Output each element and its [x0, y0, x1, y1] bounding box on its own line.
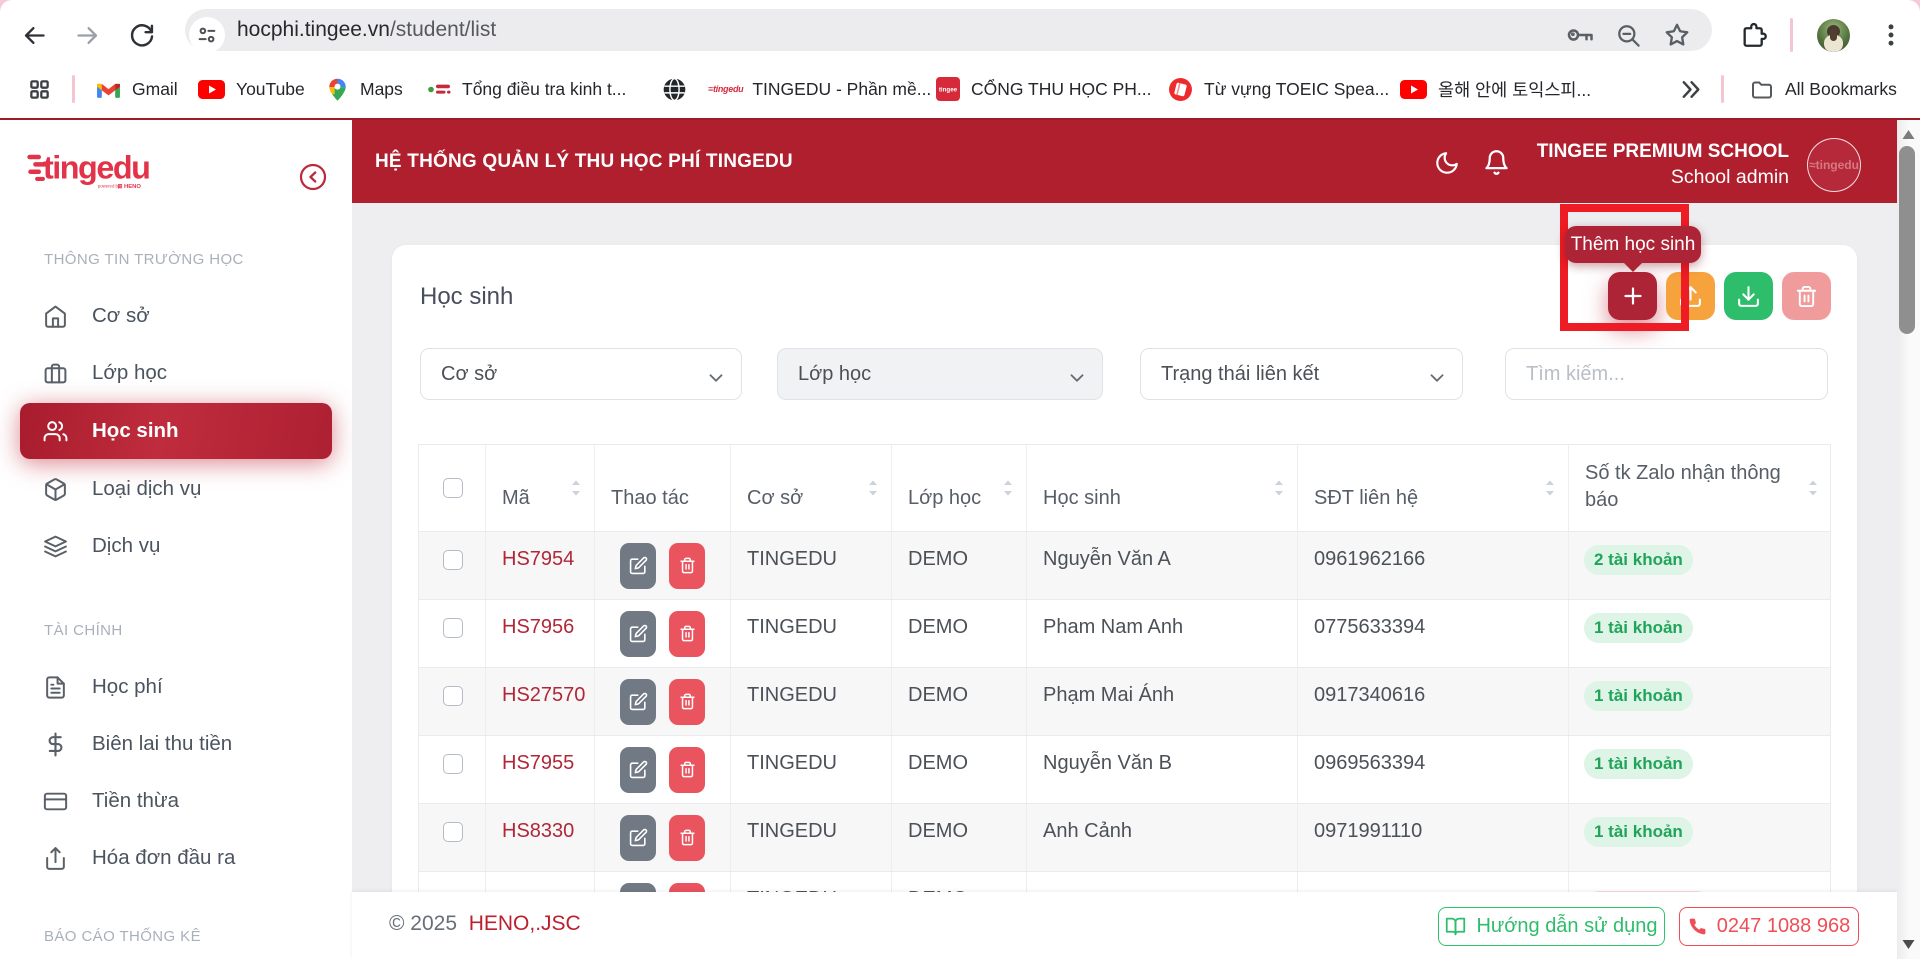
- svg-text:⊞ HENO: ⊞ HENO: [117, 184, 141, 190]
- svg-text:tingee: tingee: [939, 87, 958, 94]
- svg-text:powered by: powered by: [98, 184, 121, 189]
- svg-text:tingedu: tingedu: [43, 149, 149, 185]
